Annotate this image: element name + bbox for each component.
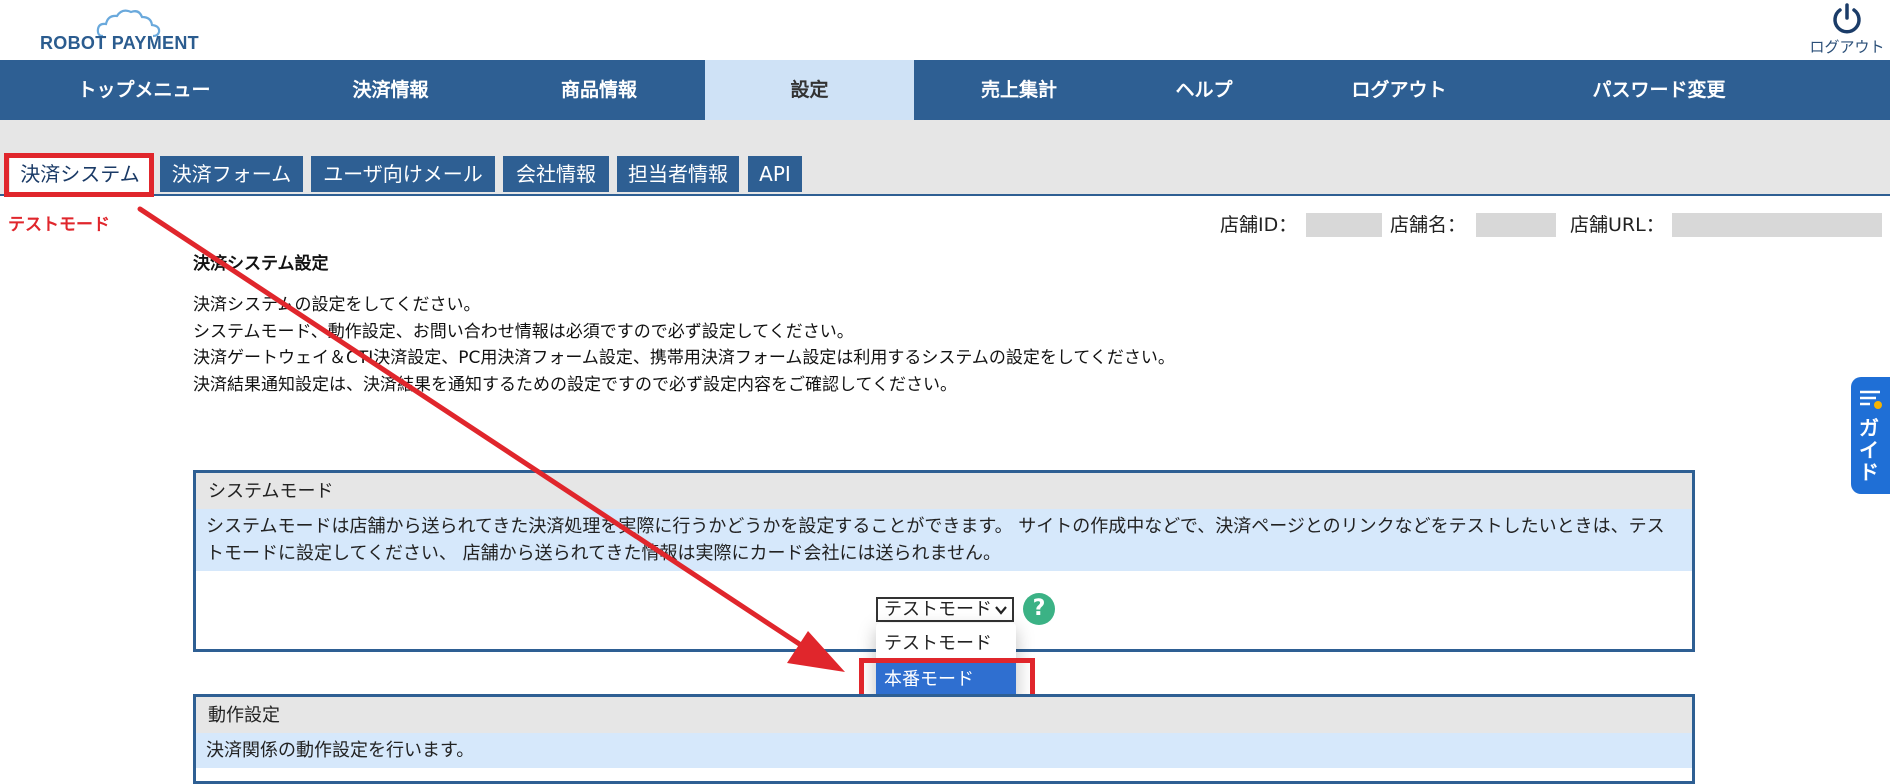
description-line: 決済結果通知設定は、決済結果を通知するための設定ですので必ず設定内容をご確認して… (193, 374, 957, 395)
shop-url-value (1672, 213, 1882, 237)
page-title: 決済システム設定 (193, 254, 329, 274)
nav-item-top-menu[interactable]: トップメニュー (0, 60, 288, 120)
nav-item-settings[interactable]: 設定 (705, 60, 914, 120)
chevron-down-icon (995, 606, 1007, 615)
shop-info: 店舗ID： 店舗名： 店舗URL： (1110, 210, 1890, 240)
shop-url-label: 店舗URL： (1570, 214, 1665, 236)
logo-text: ROBOT PAYMENT (40, 33, 199, 53)
operation-heading: 動作設定 (196, 697, 1692, 733)
tab-api[interactable]: API (748, 156, 802, 192)
nav-item-help[interactable]: ヘルプ (1124, 60, 1284, 120)
tab-contact-info[interactable]: 担当者情報 (617, 156, 739, 192)
help-icon[interactable]: ? (1023, 593, 1055, 625)
page-description: 決済システムの設定をしてください。 システムモード、動作設定、お問い合わせ情報は… (193, 292, 1175, 398)
option-test-mode[interactable]: テストモード (876, 627, 1016, 661)
shop-name-value (1476, 213, 1556, 237)
system-mode-select[interactable]: テストモード (876, 597, 1014, 622)
nav-item-password-change[interactable]: パスワード変更 (1514, 60, 1804, 120)
system-mode-description: システムモードは店舗から送られてきた決済処理を実際に行うかどうかを設定することが… (196, 509, 1692, 571)
operation-description: 決済関係の動作設定を行います。 (196, 733, 1692, 768)
tab-payment-form[interactable]: 決済フォーム (160, 156, 303, 192)
nav-item-logout[interactable]: ログアウト (1284, 60, 1514, 120)
logout-icon-label: ログアウト (1809, 38, 1885, 56)
shop-id-label: 店舗ID： (1220, 214, 1298, 236)
list-icon (1860, 390, 1882, 409)
tab-user-mail[interactable]: ユーザ向けメール (311, 156, 495, 192)
nav-item-product-info[interactable]: 商品情報 (493, 60, 705, 120)
logout-power-button[interactable]: ログアウト (1804, 0, 1890, 58)
operation-section: 動作設定 決済関係の動作設定を行います。 (193, 694, 1695, 784)
description-line: 決済ゲートウェイ＆CTI決済設定、PC用決済フォーム設定、携帯用決済フォーム設定… (193, 348, 1175, 368)
tab-highlight-box (4, 153, 154, 197)
shop-id-value (1306, 213, 1382, 237)
power-icon (1833, 3, 1861, 34)
guide-label: ガイド (1859, 416, 1879, 484)
shop-name-label: 店舗名： (1390, 214, 1467, 236)
system-mode-heading: システムモード (196, 473, 1692, 509)
main-nav: トップメニュー 決済情報 商品情報 設定 売上集計 ヘルプ ログアウト パスワー… (0, 60, 1890, 120)
system-mode-select-value: テストモード (884, 599, 992, 620)
test-mode-indicator: テストモード (8, 215, 110, 235)
tab-company-info[interactable]: 会社情報 (503, 156, 609, 192)
robot-payment-logo: ROBOT PAYMENT (40, 8, 210, 54)
nav-item-sales[interactable]: 売上集計 (914, 60, 1124, 120)
nav-item-payment-info[interactable]: 決済情報 (288, 60, 493, 120)
description-line: システムモード、動作設定、お問い合わせ情報は必須ですので必ず設定してください。 (193, 321, 854, 342)
guide-button[interactable]: ガイド (1851, 377, 1890, 494)
description-line: 決済システムの設定をしてください。 (193, 295, 481, 315)
